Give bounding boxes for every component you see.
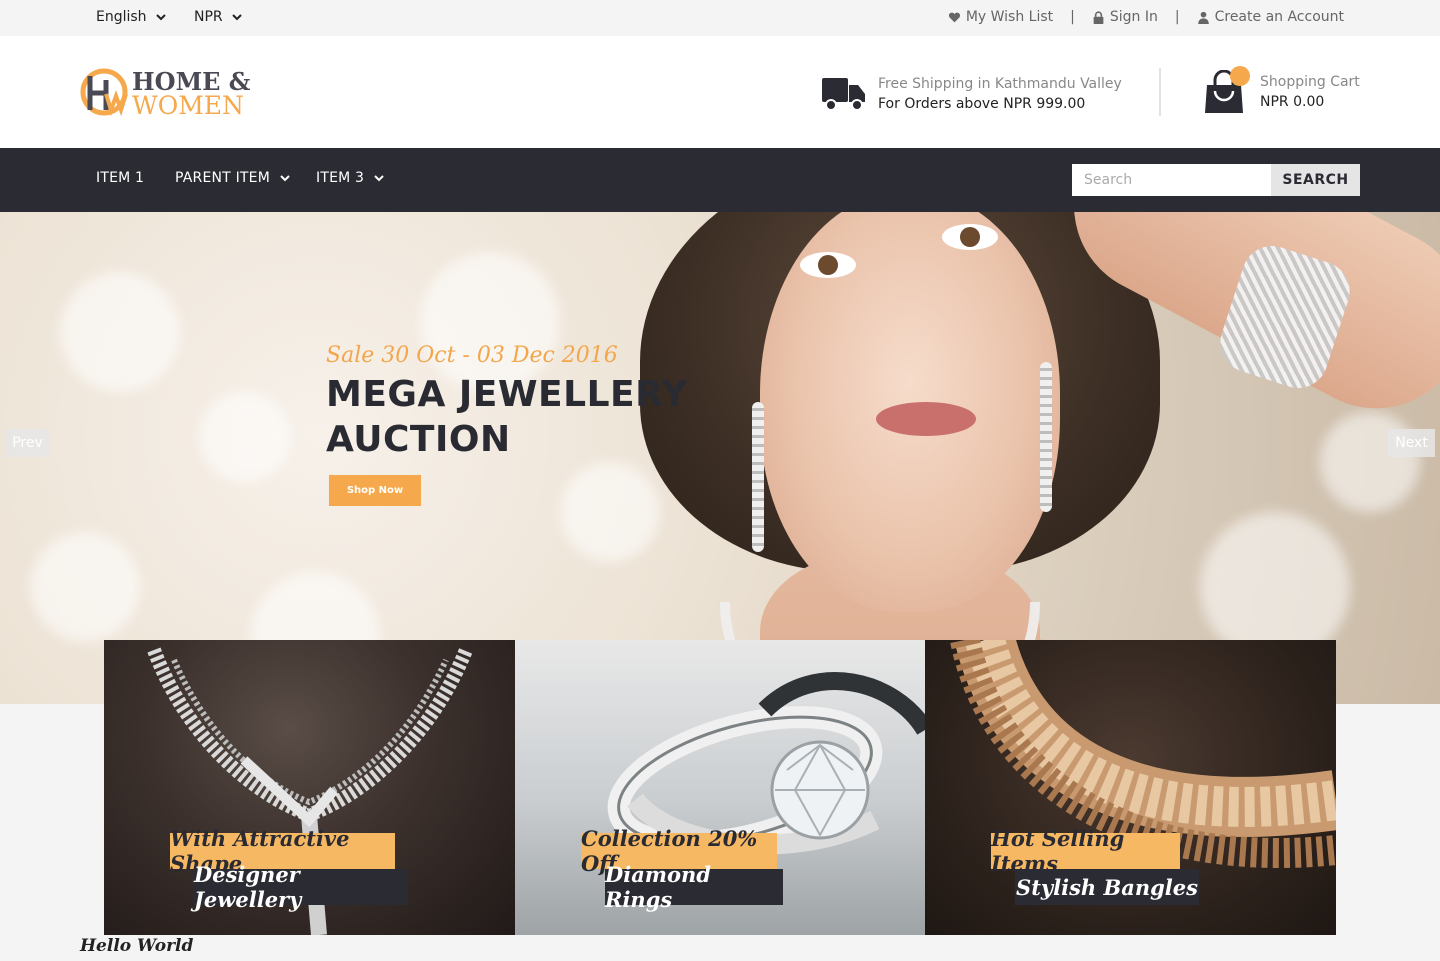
cart-title: Shopping Cart: [1260, 74, 1360, 90]
hero-headline: MEGA JEWELLERY AUCTION: [326, 372, 746, 462]
separator: |: [1070, 9, 1075, 25]
section-heading: Hello World: [80, 936, 194, 956]
nav-item-label: ITEM 3: [316, 170, 365, 186]
shopping-bag-icon: [1204, 66, 1250, 114]
shipping-title: Free Shipping in Kathmandu Valley: [878, 76, 1122, 92]
shipping-subtitle: For Orders above NPR 999.00: [878, 96, 1086, 112]
logo-text-line2: WOMEN: [132, 91, 244, 118]
currency-selector[interactable]: NPR: [194, 9, 243, 25]
cart-amount: NPR 0.00: [1260, 94, 1325, 110]
search-form: SEARCH: [1072, 164, 1360, 196]
hero-sale-text: Sale 30 Oct - 03 Dec 2016: [326, 343, 618, 368]
separator: |: [1174, 9, 1180, 25]
logo-mark: HOME & WOMEN: [80, 67, 251, 120]
nav-item-3[interactable]: ITEM 3: [316, 170, 385, 186]
signin-label: Sign In: [1109, 9, 1158, 25]
banner-subtitle: Designer Jewellery: [194, 862, 408, 912]
chevron-down-icon: [155, 14, 166, 21]
banner-subtitle: Diamond Rings: [605, 862, 783, 912]
search-button[interactable]: SEARCH: [1271, 164, 1360, 196]
nav-item-label: PARENT ITEM: [175, 170, 270, 186]
signin-link[interactable]: Sign In: [1092, 9, 1158, 25]
hero-headline-line2: AUCTION: [326, 419, 511, 460]
promo-banners: With Attractive Shape Designer Jewellery…: [104, 640, 1336, 935]
create-account-label: Create an Account: [1214, 9, 1344, 25]
language-label: English: [96, 9, 147, 25]
header-divider: [1159, 68, 1161, 116]
nav-item-parent[interactable]: PARENT ITEM: [175, 170, 291, 186]
promo-banner-diamond-rings[interactable]: Collection 20% Off Diamond Rings: [515, 640, 925, 935]
slider-next-button[interactable]: Next: [1388, 429, 1435, 457]
account-links: My Wish List | Sign In | Create an Accou…: [948, 9, 1344, 25]
banner-title: Hot Selling Items: [991, 826, 1180, 876]
shopping-cart[interactable]: Shopping Cart NPR 0.00: [1204, 66, 1360, 114]
currency-label: NPR: [194, 9, 223, 25]
chevron-down-icon: [280, 175, 290, 182]
heart-icon: [948, 12, 960, 22]
promo-banner-designer-jewellery[interactable]: With Attractive Shape Designer Jewellery: [104, 640, 515, 935]
site-logo[interactable]: HOME & WOMEN: [80, 66, 255, 120]
banner-subtitle: Stylish Bangles: [1015, 869, 1199, 905]
cart-count-badge: [1230, 66, 1250, 86]
wishlist-label: My Wish List: [965, 9, 1054, 25]
truck-icon: [822, 78, 865, 111]
create-account-link[interactable]: Create an Account: [1197, 9, 1344, 25]
chevron-down-icon: [231, 14, 242, 21]
slider-prev-button[interactable]: Prev: [5, 429, 50, 457]
shop-now-button[interactable]: Shop Now: [329, 475, 421, 506]
hero-headline-line1: MEGA JEWELLERY: [326, 374, 688, 415]
free-shipping-info: Free Shipping in Kathmandu Valley For Or…: [822, 74, 1122, 114]
language-selector[interactable]: English: [96, 9, 167, 25]
promo-banner-stylish-bangles[interactable]: Hot Selling Items Stylish Bangles: [925, 640, 1336, 935]
main-navigation: ITEM 1 PARENT ITEM ITEM 3 SEARCH: [0, 148, 1440, 212]
chevron-down-icon: [374, 175, 384, 182]
top-bar: English NPR My Wish List | Sign In | Cre…: [0, 0, 1440, 36]
site-header: HOME & WOMEN Free Shipping in Kathmandu …: [0, 36, 1440, 148]
lock-icon: [1093, 10, 1104, 24]
nav-item-label: ITEM 1: [96, 170, 145, 186]
nav-item-1[interactable]: ITEM 1: [96, 170, 144, 186]
search-input[interactable]: [1072, 164, 1271, 196]
user-icon: [1197, 11, 1209, 24]
wishlist-link[interactable]: My Wish List: [948, 9, 1053, 25]
